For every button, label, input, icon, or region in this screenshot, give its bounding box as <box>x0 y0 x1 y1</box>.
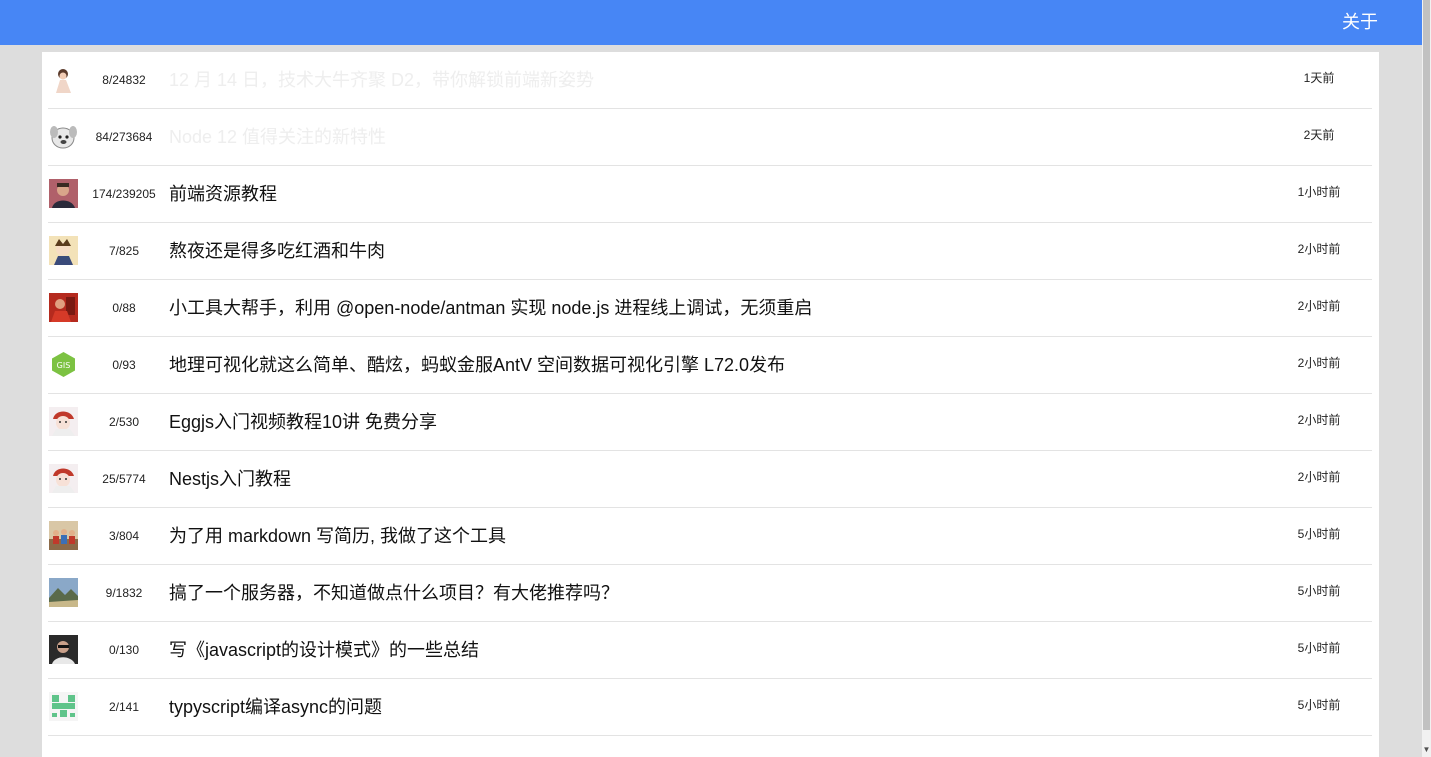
topic-row[interactable]: 9/1832 搞了一个服务器，不知道做点什么项目？有大佬推荐吗？ 5小时前 <box>48 565 1372 622</box>
last-reply-time: 5小时前 <box>1297 584 1341 598</box>
reply-view-count: 0/130 <box>108 643 140 657</box>
topic-row[interactable]: 174/239205 前端资源教程 1小时前 <box>48 166 1372 223</box>
topic-row[interactable]: 8/24832 12 月 14 日，技术大牛齐聚 D2，带你解锁前端新姿势 1天前 <box>48 52 1372 109</box>
last-reply-time: 1天前 <box>1303 71 1335 85</box>
topic-title-link[interactable]: typyscript编译async的问题 <box>169 695 382 719</box>
topic-title-link[interactable]: 熬夜还是得多吃红酒和牛肉 <box>169 239 385 263</box>
svg-text:GIS: GIS <box>57 361 71 370</box>
last-reply-time: 2小时前 <box>1297 356 1341 370</box>
last-reply-time: 2小时前 <box>1297 299 1341 313</box>
topic-row[interactable]: 3/804 为了用 markdown 写简历, 我做了这个工具 5小时前 <box>48 508 1372 565</box>
reply-view-count: 2/530 <box>108 415 140 429</box>
last-reply-time: 5小时前 <box>1297 698 1341 712</box>
anime-avatar-icon[interactable] <box>49 236 78 265</box>
last-reply-time: 2小时前 <box>1297 470 1341 484</box>
woman-avatar-icon[interactable] <box>49 65 78 94</box>
girl-hat-avatar-icon[interactable] <box>49 464 78 493</box>
topic-title-link[interactable]: 小工具大帮手，利用 @open-node/antman 实现 node.js 进… <box>169 296 812 320</box>
group-photo-avatar-icon[interactable] <box>49 521 78 550</box>
topic-row[interactable]: 84/273684 Node 12 值得关注的新特性 2天前 <box>48 109 1372 166</box>
reply-view-count: 3/804 <box>108 529 140 543</box>
reply-view-count: 25/5774 <box>102 472 146 486</box>
reply-view-count: 84/273684 <box>95 130 153 144</box>
topic-title-link[interactable]: Nestjs入门教程 <box>169 467 291 491</box>
topic-row[interactable]: 7/825 熬夜还是得多吃红酒和牛肉 2小时前 <box>48 223 1372 280</box>
topic-title-link[interactable]: 前端资源教程 <box>169 182 277 206</box>
red-photo-avatar-icon[interactable] <box>49 293 78 322</box>
reply-view-count: 174/239205 <box>92 187 156 201</box>
reply-view-count: 7/825 <box>108 244 140 258</box>
topic-row[interactable]: 25/5774 Nestjs入门教程 2小时前 <box>48 451 1372 508</box>
gis-hexagon-avatar-icon[interactable]: GIS <box>49 350 78 379</box>
reply-view-count: 9/1832 <box>105 586 143 600</box>
cartoon-dog-avatar-icon[interactable] <box>49 122 78 151</box>
last-reply-time: 2小时前 <box>1297 242 1341 256</box>
topic-row[interactable]: 0/88 小工具大帮手，利用 @open-node/antman 实现 node.… <box>48 280 1372 337</box>
topic-row[interactable]: GIS 0/93 地理可视化就这么简单、酷炫，蚂蚁金服AntV 空间数据可视化引擎 … <box>48 337 1372 394</box>
dark-portrait-avatar-icon[interactable] <box>49 635 78 664</box>
reply-view-count: 2/141 <box>108 700 140 714</box>
topic-list-panel: 8/24832 12 月 14 日，技术大牛齐聚 D2，带你解锁前端新姿势 1天前 8… <box>42 52 1379 757</box>
green-identicon-avatar-icon[interactable] <box>49 692 78 721</box>
last-reply-time: 5小时前 <box>1297 641 1341 655</box>
last-reply-time: 2天前 <box>1303 128 1335 142</box>
landscape-avatar-icon[interactable] <box>49 578 78 607</box>
scrollbar-thumb[interactable] <box>1423 0 1430 730</box>
topic-row[interactable]: 2/530 Eggjs入门视频教程10讲 免费分享 2小时前 <box>48 394 1372 451</box>
top-bar: 关于 <box>0 0 1422 45</box>
topic-title-link[interactable]: 12 月 14 日，技术大牛齐聚 D2，带你解锁前端新姿势 <box>169 68 594 92</box>
topic-row[interactable]: 0/130 写《javascript的设计模式》的一些总结 5小时前 <box>48 622 1372 679</box>
reply-view-count: 8/24832 <box>102 73 146 87</box>
topic-title-link[interactable]: Eggjs入门视频教程10讲 免费分享 <box>169 410 437 434</box>
man-portrait-avatar-icon[interactable] <box>49 179 78 208</box>
topic-title-link[interactable]: 地理可视化就这么简单、酷炫，蚂蚁金服AntV 空间数据可视化引擎 L72.0发布 <box>169 353 785 377</box>
girl-hat-avatar-icon[interactable] <box>49 407 78 436</box>
reply-view-count: 0/93 <box>112 358 136 372</box>
topic-title-link[interactable]: 搞了一个服务器，不知道做点什么项目？有大佬推荐吗？ <box>169 581 619 605</box>
scroll-down-arrow-icon[interactable]: ▼ <box>1422 745 1431 755</box>
topic-list: 8/24832 12 月 14 日，技术大牛齐聚 D2，带你解锁前端新姿势 1天前 8… <box>42 52 1379 736</box>
vertical-scrollbar[interactable]: ▼ <box>1422 0 1431 757</box>
about-link[interactable]: 关于 <box>1342 10 1378 34</box>
last-reply-time: 2小时前 <box>1297 413 1341 427</box>
topic-title-link[interactable]: 写《javascript的设计模式》的一些总结 <box>169 638 479 662</box>
last-reply-time: 1小时前 <box>1297 185 1341 199</box>
topic-row[interactable]: 2/141 typyscript编译async的问题 5小时前 <box>48 679 1372 736</box>
topic-title-link[interactable]: 为了用 markdown 写简历, 我做了这个工具 <box>169 524 506 548</box>
last-reply-time: 5小时前 <box>1297 527 1341 541</box>
topic-title-link[interactable]: Node 12 值得关注的新特性 <box>169 125 386 149</box>
reply-view-count: 0/88 <box>112 301 136 315</box>
